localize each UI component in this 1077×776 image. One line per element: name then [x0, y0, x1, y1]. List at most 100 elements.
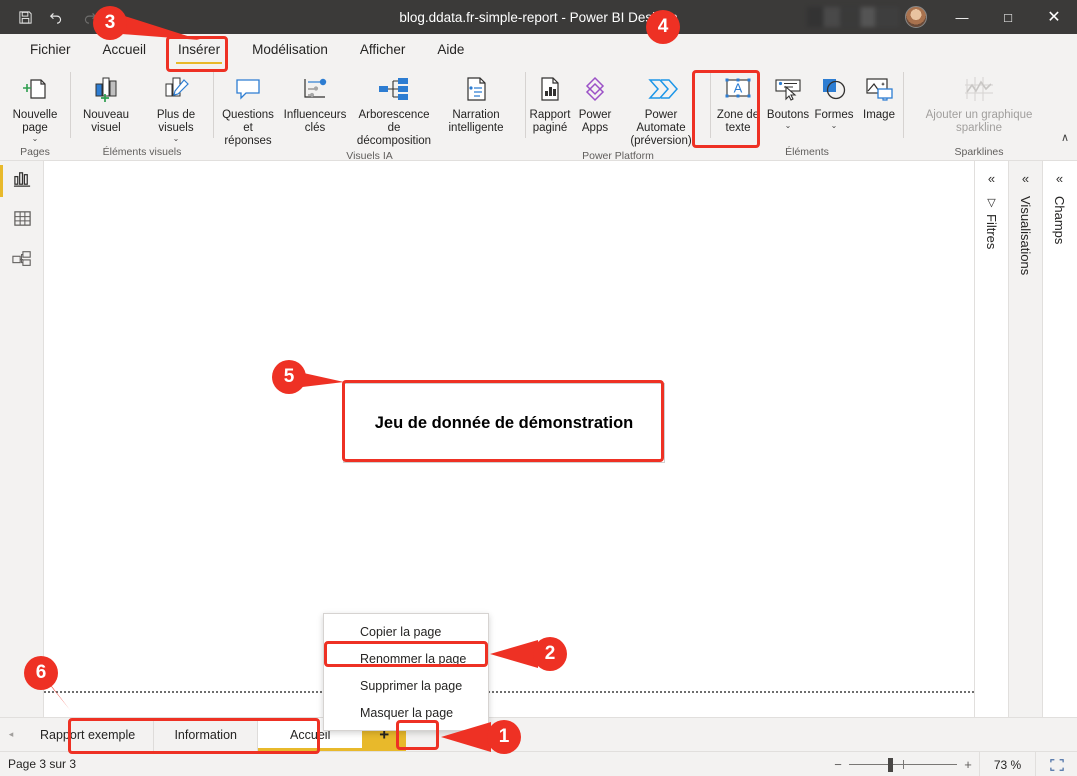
smart-narrative-label: Narration intelligente	[448, 109, 504, 134]
pane-visualizations-label: Visualisations	[1018, 196, 1033, 276]
fit-to-page-icon[interactable]	[1035, 752, 1077, 776]
window-right-controls: — □ ✕	[807, 0, 1077, 34]
zoom-controls: − + 73 %	[827, 752, 1077, 776]
pane-fields-title: Champs	[1052, 196, 1067, 244]
ribbon-group-sparklines-label: Sparklines	[954, 146, 1004, 158]
qna-icon	[232, 72, 264, 106]
key-influencers-label: Influenceurs clés	[283, 109, 347, 134]
page-tab-information[interactable]: Information	[154, 718, 259, 751]
new-page-icon	[20, 72, 50, 106]
zoom-percent-label: 73 %	[979, 752, 1035, 776]
canvas-text-box[interactable]: Jeu de donnée de démonstration	[343, 383, 665, 463]
sidebar-item-model-view[interactable]	[0, 241, 44, 281]
expand-filters-icon[interactable]: «	[988, 171, 995, 186]
key-influencers-icon	[299, 72, 331, 106]
report-chart-icon	[13, 169, 32, 193]
shapes-button[interactable]: Formes ⌄	[811, 70, 857, 132]
tab-afficher[interactable]: Afficher	[344, 38, 422, 61]
save-icon[interactable]	[10, 4, 40, 30]
paginated-report-icon	[535, 72, 565, 106]
key-influencers-button[interactable]: Influenceurs clés	[282, 70, 348, 137]
decomposition-tree-label: Arborescence de décomposition	[356, 109, 432, 147]
pane-filters[interactable]: « ▽ Filtres	[974, 161, 1008, 722]
maximize-button[interactable]: □	[985, 0, 1031, 34]
collapse-ribbon-button[interactable]: ∧	[1061, 131, 1069, 144]
redacted-account-name	[807, 7, 899, 27]
minimize-button[interactable]: —	[939, 0, 985, 34]
chevron-down-icon[interactable]: ⌄	[831, 122, 838, 130]
paginated-report-button[interactable]: Rapport paginé	[526, 70, 574, 137]
zoom-in-button[interactable]: +	[957, 757, 979, 772]
page-scroll-left-button[interactable]: ◂	[0, 718, 22, 751]
zoom-slider[interactable]	[849, 752, 957, 776]
callout-3: 3	[92, 4, 222, 50]
context-menu-item-copier-la-page[interactable]: Copier la page	[324, 618, 488, 645]
ribbon: Nouvelle page ⌄ Pages Nouveau visuel Plu…	[0, 64, 1077, 162]
callout-4: 4	[646, 8, 756, 74]
callout-1-number: 1	[487, 720, 521, 754]
expand-fields-icon[interactable]: «	[1056, 171, 1063, 186]
power-bi-desktop-window: blog.ddata.fr-simple-report - Power BI D…	[0, 0, 1077, 776]
page-tab-rapport-exemple[interactable]: Rapport exemple	[22, 718, 155, 751]
svg-text:A: A	[734, 81, 743, 96]
ribbon-group-pages: Nouvelle page ⌄ Pages	[0, 64, 70, 161]
canvas-bottom-dotted-separator	[44, 691, 974, 693]
pane-filters-title: ▽ Filtres	[984, 196, 999, 249]
expand-visualizations-icon[interactable]: «	[1022, 171, 1029, 186]
callout-5: 5	[272, 358, 362, 398]
context-menu-item-supprimer-la-page[interactable]: Supprimer la page	[324, 672, 488, 699]
chevron-down-icon[interactable]: ⌄	[32, 135, 39, 143]
pane-visualizations[interactable]: « Visualisations	[1008, 161, 1042, 722]
power-automate-label: Power Automate (préversion)	[630, 109, 692, 147]
decomposition-tree-button[interactable]: Arborescence de décomposition	[348, 70, 440, 150]
undo-icon[interactable]	[42, 4, 72, 30]
add-sparkline-button: Ajouter un graphique sparkline	[912, 70, 1046, 137]
sidebar-item-report-view[interactable]	[0, 161, 44, 201]
new-page-button[interactable]: Nouvelle page ⌄	[0, 70, 70, 145]
zoom-out-button[interactable]: −	[827, 757, 849, 772]
ribbon-group-sparklines: Ajouter un graphique sparkline Sparkline…	[904, 64, 1054, 161]
chevron-down-icon[interactable]: ⌄	[785, 122, 792, 130]
ribbon-group-visual-elements-label: Éléments visuels	[102, 146, 182, 158]
qna-button[interactable]: Questions et réponses	[214, 70, 282, 150]
power-automate-button[interactable]: Power Automate (préversion)	[616, 70, 706, 150]
callout-2: 2	[488, 637, 588, 673]
tab-aide[interactable]: Aide	[421, 38, 480, 61]
power-automate-icon	[644, 72, 678, 106]
smart-narrative-button[interactable]: Narration intelligente	[440, 70, 512, 137]
image-button[interactable]: Image	[857, 70, 901, 124]
power-apps-button[interactable]: Power Apps	[574, 70, 616, 137]
zoom-slider-thumb[interactable]	[887, 758, 893, 772]
new-visual-button[interactable]: Nouveau visuel	[71, 70, 141, 137]
quick-access-toolbar	[0, 4, 104, 30]
sidebar-item-data-view[interactable]	[0, 201, 44, 241]
ribbon-group-visual-elements: Nouveau visuel Plus de visuels ⌄ Élément…	[71, 64, 213, 161]
ribbon-group-ai-visuals: Questions et réponses Influenceurs clés …	[214, 64, 525, 162]
ribbon-group-elements: A Zone de texte Boutons ⌄ Formes ⌄ Image…	[711, 64, 903, 161]
right-panes: « ▽ Filtres « Visualisations « Champs	[974, 161, 1077, 722]
buttons-button[interactable]: Boutons ⌄	[765, 70, 811, 132]
filter-icon: ▽	[985, 196, 997, 209]
add-sparkline-label: Ajouter un graphique sparkline	[925, 109, 1033, 134]
callout-4-number: 4	[646, 10, 680, 44]
tab-modelisation[interactable]: Modélisation	[236, 38, 344, 61]
close-button[interactable]: ✕	[1031, 0, 1077, 34]
image-label: Image	[863, 109, 895, 121]
pane-fields[interactable]: « Champs	[1042, 161, 1076, 722]
buttons-icon	[772, 72, 804, 106]
decomposition-tree-icon	[376, 72, 412, 106]
text-box-button[interactable]: A Zone de texte	[711, 70, 765, 137]
model-relationship-icon	[12, 249, 32, 274]
tab-fichier[interactable]: Fichier	[14, 38, 87, 61]
avatar[interactable]	[905, 6, 927, 28]
more-visuals-button[interactable]: Plus de visuels ⌄	[141, 70, 211, 145]
zoom-slider-midtick	[903, 760, 904, 769]
pane-fields-label: Champs	[1052, 196, 1067, 245]
shapes-icon	[818, 72, 850, 106]
image-icon	[863, 72, 895, 106]
new-page-label: Nouvelle page	[12, 109, 58, 134]
callout-2-number: 2	[533, 637, 567, 671]
chevron-down-icon[interactable]: ⌄	[173, 135, 180, 143]
context-menu-item-renommer-la-page[interactable]: Renommer la page	[324, 645, 488, 672]
paginated-report-label: Rapport paginé	[529, 109, 571, 134]
